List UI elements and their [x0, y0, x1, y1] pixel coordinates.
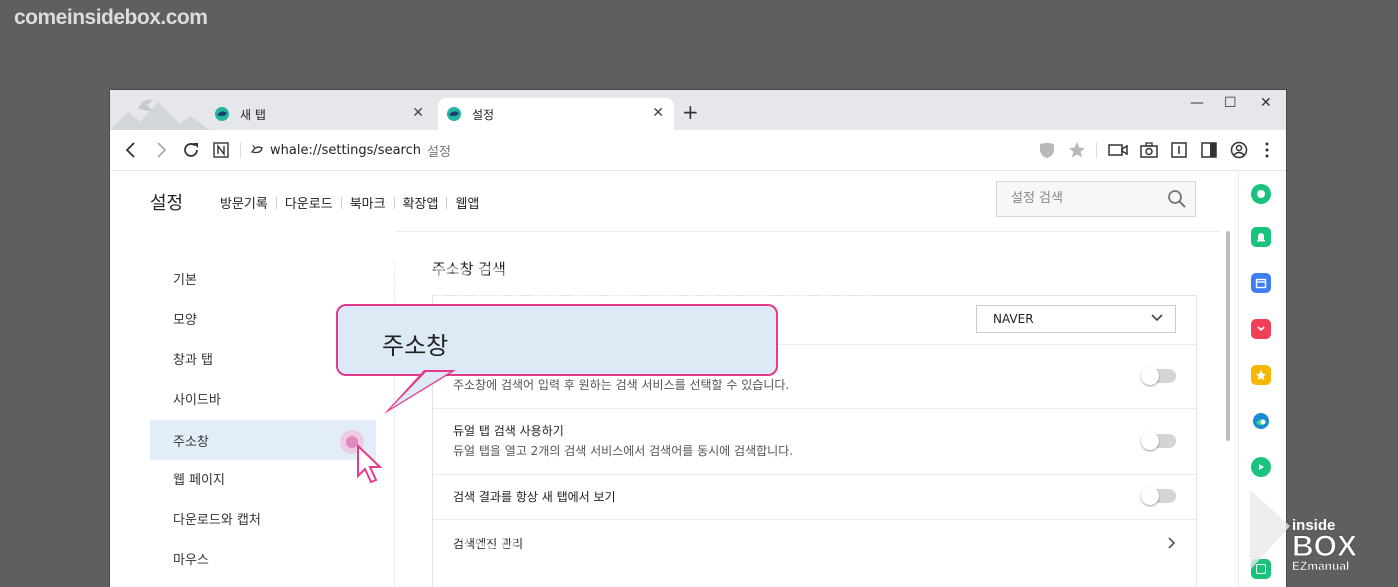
shield-icon	[1040, 143, 1054, 158]
search-engine-select[interactable]: NAVER	[976, 305, 1176, 333]
menu-item-sidebar[interactable]: 사이드바	[150, 378, 376, 418]
reload-button[interactable]	[180, 139, 202, 161]
video-icon	[1108, 144, 1128, 156]
minimize-button[interactable]: —	[1190, 95, 1204, 111]
star-icon[interactable]	[1251, 365, 1271, 385]
sidebar-panel-icon	[1201, 142, 1217, 158]
row-description: 주소창에 검색어 입력 후 원하는 검색 서비스를 선택할 수 있습니다.	[453, 378, 790, 392]
profile-button[interactable]	[1228, 139, 1250, 161]
forward-button[interactable]	[150, 139, 172, 161]
new-tab-button[interactable]: +	[682, 102, 699, 122]
whale-page-icon	[250, 144, 263, 153]
close-window-button[interactable]: ✕	[1260, 95, 1272, 111]
url-field[interactable]: whale://settings/search 설정	[250, 141, 451, 160]
settings-search-box	[996, 181, 1196, 217]
settings-title: 설정	[150, 193, 184, 214]
bottom-watermark: insideBox Ezmanual	[432, 518, 860, 567]
row-description: 듀얼 탭을 열고 2개의 검색 서비스에서 검색어를 동시에 검색합니다.	[453, 444, 794, 458]
video-button[interactable]	[1107, 139, 1129, 161]
nav-extensions[interactable]: 확장앱	[395, 193, 447, 212]
tab-settings[interactable]: 설정 ✕	[438, 98, 674, 130]
search-icon[interactable]	[1167, 189, 1187, 209]
green-circle-icon[interactable]	[1251, 184, 1271, 204]
site-watermark: comeinsidebox.com	[14, 6, 208, 29]
menu-button[interactable]	[1256, 139, 1278, 161]
whale-icon	[215, 107, 229, 121]
settings-top-nav: 방문기록 다운로드 북마크 확장앱 웹앱	[212, 193, 487, 212]
naver-home-button[interactable]	[210, 139, 232, 161]
more-vertical-icon	[1265, 142, 1269, 158]
tab-new-tab[interactable]: 새 탭 ✕	[206, 98, 434, 130]
logo-text-ezmanual: EZmanual	[1292, 559, 1349, 573]
maximize-button[interactable]: ☐	[1224, 95, 1237, 111]
address-bar-callout: 주소창	[336, 304, 778, 376]
settings-row-dual-tab: 듀얼 탭 검색 사용하기 듀얼 탭을 열고 2개의 검색 서비스에서 검색어를 …	[433, 408, 1196, 475]
chevron-right-icon	[1168, 537, 1176, 549]
star-icon	[1069, 142, 1085, 158]
callout-text: 주소창	[382, 332, 449, 360]
whale-icon	[447, 107, 461, 121]
tab-close-icon[interactable]: ✕	[412, 105, 424, 121]
content-scrollbar[interactable]	[1224, 231, 1232, 441]
whale-logo-decoration-icon	[110, 99, 210, 130]
pocket-icon[interactable]	[1251, 319, 1271, 339]
bell-icon[interactable]	[1251, 227, 1271, 247]
reader-button[interactable]	[1168, 139, 1190, 161]
nav-history[interactable]: 방문기록	[212, 193, 276, 212]
play-icon[interactable]	[1251, 457, 1271, 477]
menu-item-download-capture[interactable]: 다운로드와 캡처	[150, 498, 376, 538]
reload-icon	[184, 143, 198, 157]
toggle-switch[interactable]	[1141, 432, 1176, 450]
profile-icon	[1230, 141, 1248, 159]
calendar-icon[interactable]	[1251, 273, 1271, 293]
url-text: whale://settings/search	[270, 143, 421, 158]
tab-close-icon[interactable]: ✕	[652, 105, 664, 121]
edge-icon[interactable]	[1251, 411, 1271, 431]
tab-strip: 새 탭 ✕ 설정 ✕ + — ☐ ✕	[110, 90, 1286, 130]
forward-arrow-icon	[157, 142, 167, 158]
info-box-icon	[1171, 142, 1187, 158]
naver-n-icon	[213, 142, 229, 158]
bookmark-star-button[interactable]	[1066, 139, 1088, 161]
camera-icon	[1140, 142, 1158, 158]
nav-bookmarks[interactable]: 북마크	[342, 193, 394, 212]
url-page-label: 설정	[427, 145, 451, 160]
toggle-switch[interactable]	[1141, 487, 1176, 505]
menu-item-mouse[interactable]: 마우스	[150, 538, 376, 578]
settings-row-new-tab: 검색 결과를 항상 새 탭에서 보기	[433, 474, 1196, 520]
toggle-switch[interactable]	[1141, 367, 1176, 385]
back-arrow-icon	[125, 142, 135, 158]
settings-search-input[interactable]	[1009, 190, 1163, 207]
tab-title: 새 탭	[240, 108, 266, 122]
row-title: 듀얼 탭 검색 사용하기	[453, 424, 564, 438]
select-value: NAVER	[993, 312, 1034, 326]
tab-title: 설정	[472, 108, 495, 122]
chevron-down-icon	[1151, 314, 1163, 322]
shield-button[interactable]	[1036, 139, 1058, 161]
nav-webapps[interactable]: 웹앱	[447, 193, 487, 212]
capture-button[interactable]	[1138, 139, 1160, 161]
nav-downloads[interactable]: 다운로드	[277, 193, 341, 212]
address-bar: whale://settings/search 설정	[110, 130, 1286, 171]
insidebox-logo-icon: inside BOX EZmanual	[1250, 490, 1358, 573]
callout-pointer	[384, 370, 456, 414]
scrollbar-thumb[interactable]	[1226, 231, 1230, 441]
row-title: 검색 결과를 항상 새 탭에서 보기	[453, 490, 616, 504]
back-button[interactable]	[120, 139, 142, 161]
settings-header: 설정 방문기록 다운로드 북마크 확장앱 웹앱	[110, 171, 1220, 232]
mouse-cursor-icon	[340, 430, 383, 484]
sidebar-toggle-button[interactable]	[1198, 139, 1220, 161]
